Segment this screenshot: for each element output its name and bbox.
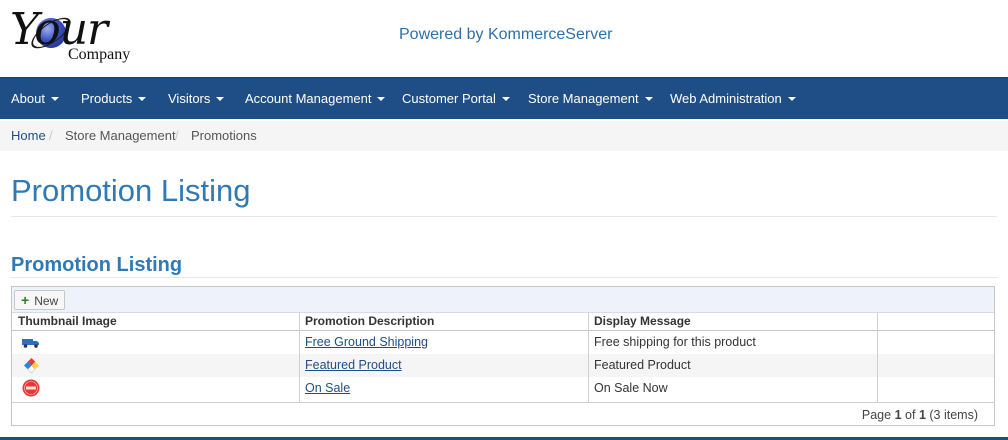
title-divider xyxy=(11,216,997,217)
nav-item-label: Web Administration xyxy=(670,91,782,106)
nav-item-web-administration[interactable]: Web Administration xyxy=(670,78,796,120)
message-cell: Featured Product xyxy=(594,358,691,372)
new-button-label: New xyxy=(34,294,59,308)
column-divider xyxy=(588,313,589,403)
pager-of-label: of xyxy=(905,408,916,422)
column-header-message[interactable]: Display Message xyxy=(588,313,691,331)
grid-header: Thumbnail Image Promotion Description Di… xyxy=(12,313,994,331)
nav-item-store-management[interactable]: Store Management xyxy=(528,78,653,120)
message-cell: Free shipping for this product xyxy=(594,335,756,349)
site-header: Your Company Powered by KommerceServer xyxy=(0,0,1008,77)
description-cell: Featured Product xyxy=(299,354,588,377)
breadcrumb-store-management: Store Management xyxy=(65,128,176,143)
main-navbar: About Products Visitors Account Manageme… xyxy=(0,77,1008,119)
section-divider xyxy=(11,277,997,278)
nav-item-label: About xyxy=(11,91,45,106)
pager-total-pages: 1 xyxy=(918,408,926,422)
plus-icon: + xyxy=(21,292,30,308)
nav-item-label: Store Management xyxy=(528,91,639,106)
promotion-link[interactable]: Featured Product xyxy=(305,358,402,372)
description-cell: Free Ground Shipping xyxy=(299,331,588,354)
column-header-description[interactable]: Promotion Description xyxy=(299,313,434,331)
caret-down-icon xyxy=(138,97,147,101)
nav-item-label: Visitors xyxy=(168,91,211,106)
promotion-grid: + New Thumbnail Image Promotion Descripti… xyxy=(11,286,995,426)
caret-down-icon xyxy=(501,97,510,101)
table-row: Free Ground Shipping Free shipping for t… xyxy=(12,331,994,354)
caret-down-icon xyxy=(216,97,225,101)
logo-company-text: Company xyxy=(68,46,131,63)
pager-current-page: 1 xyxy=(894,408,902,422)
caret-down-icon xyxy=(787,97,796,101)
description-cell: On Sale xyxy=(299,377,588,400)
caret-down-icon xyxy=(644,97,653,101)
breadcrumb-separator: / xyxy=(49,128,53,143)
caret-down-icon xyxy=(50,97,59,101)
message-cell: On Sale Now xyxy=(594,381,668,395)
nav-item-visitors[interactable]: Visitors xyxy=(168,78,225,120)
nav-item-about[interactable]: About xyxy=(11,78,59,120)
table-row: On Sale On Sale Now xyxy=(12,377,994,400)
thumbnail-cell xyxy=(12,354,299,377)
nav-item-customer-portal[interactable]: Customer Portal xyxy=(402,78,510,120)
grid-pager: Page 1 of 1 (3 items) xyxy=(12,402,994,426)
column-divider xyxy=(877,313,878,403)
pager-page-label: Page xyxy=(861,408,892,422)
breadcrumb: Home / Store Management / Promotions xyxy=(0,121,1008,151)
table-row: Featured Product Featured Product xyxy=(12,354,994,377)
diamond-icon xyxy=(24,358,39,373)
new-promotion-button[interactable]: + New xyxy=(14,290,66,310)
thumbnail-cell xyxy=(12,377,299,400)
nav-item-label: Account Management xyxy=(245,91,372,106)
promotion-link[interactable]: On Sale xyxy=(305,381,350,395)
breadcrumb-home-link[interactable]: Home xyxy=(11,121,46,151)
pager-items-count: (3 items) xyxy=(929,408,978,422)
nav-item-label: Products xyxy=(81,91,133,106)
promotion-link[interactable]: Free Ground Shipping xyxy=(305,335,428,349)
grid-toolbar: + New xyxy=(12,287,994,313)
nav-item-products[interactable]: Products xyxy=(81,78,147,120)
page-title: Promotion Listing xyxy=(11,173,251,208)
powered-by-text: Powered by KommerceServer xyxy=(399,26,613,43)
nav-item-label: Customer Portal xyxy=(402,91,496,106)
thumbnail-cell xyxy=(12,331,299,354)
truck-icon xyxy=(22,339,39,348)
breadcrumb-separator: / xyxy=(175,128,179,143)
company-logo[interactable]: Your Company xyxy=(10,4,150,70)
section-title: Promotion Listing xyxy=(11,254,183,276)
column-header-thumbnail[interactable]: Thumbnail Image xyxy=(12,313,117,331)
caret-down-icon xyxy=(377,97,386,101)
on-sale-icon xyxy=(22,379,40,397)
breadcrumb-current: Promotions xyxy=(191,128,257,143)
column-divider xyxy=(299,313,300,403)
nav-item-account-management[interactable]: Account Management xyxy=(245,78,386,120)
